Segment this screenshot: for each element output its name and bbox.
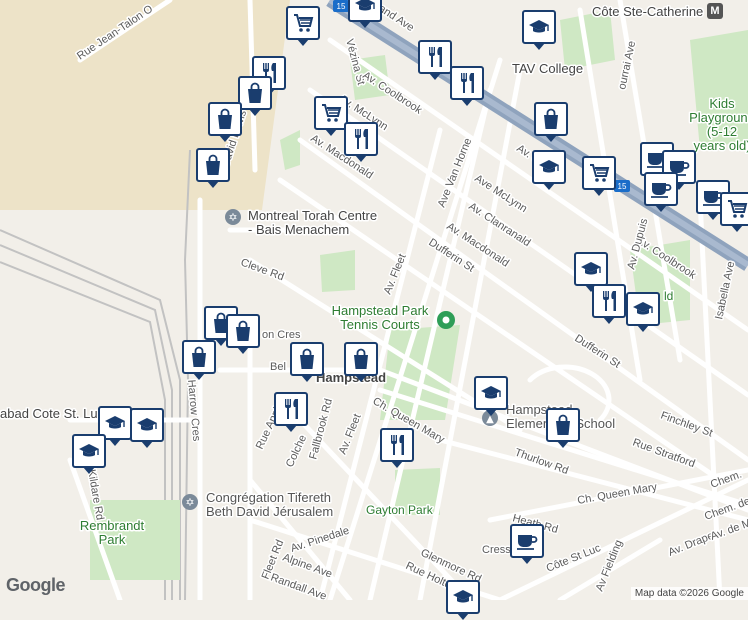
restaurant-pin[interactable] [418, 40, 452, 80]
shopping-pin[interactable] [182, 340, 216, 380]
restaurant-icon [423, 45, 447, 69]
shopping-pin[interactable] [226, 314, 260, 354]
metro-icon[interactable]: M [707, 3, 723, 19]
place-label: abad Cote St. Luc [0, 406, 105, 421]
cafe-pin[interactable] [644, 172, 678, 212]
shopping-pin[interactable] [196, 148, 230, 188]
school-pin[interactable] [72, 434, 106, 474]
school-pin[interactable] [474, 376, 508, 416]
school-pin[interactable] [626, 292, 660, 332]
school-pin[interactable] [574, 252, 608, 292]
place-label: Côte Ste-Catherine [592, 4, 703, 19]
restaurant-pin[interactable] [450, 66, 484, 106]
grocery-pin[interactable] [314, 96, 348, 136]
restaurant-pin[interactable] [344, 122, 378, 162]
place-label: TAV College [512, 61, 583, 76]
school-icon [479, 381, 503, 405]
place-label: Congrégation Tifereth Beth David Jérusale… [206, 490, 333, 519]
svg-text:15: 15 [337, 2, 346, 11]
cafe-pin[interactable] [510, 524, 544, 564]
grocery-icon [725, 197, 748, 221]
school-icon [537, 155, 561, 179]
cafe-icon [649, 177, 673, 201]
school-icon [527, 15, 551, 39]
park-label: ld [664, 289, 673, 303]
shopping-icon [213, 107, 237, 131]
grocery-pin[interactable] [720, 192, 748, 232]
highway-shield: 15 [614, 180, 630, 192]
svg-text:✡: ✡ [228, 211, 237, 224]
svg-text:15: 15 [618, 182, 627, 191]
school-icon [135, 413, 159, 437]
highway-shield: 15 [333, 0, 349, 12]
school-icon [451, 585, 475, 609]
school-pin[interactable] [130, 408, 164, 448]
restaurant-icon [279, 397, 303, 421]
restaurant-pin[interactable] [592, 284, 626, 324]
restaurant-icon [385, 433, 409, 457]
shopping-pin[interactable] [344, 342, 378, 382]
school-icon [103, 411, 127, 435]
shopping-icon [231, 319, 255, 343]
school-icon [353, 0, 377, 17]
school-pin[interactable] [446, 580, 480, 620]
park-label: Gayton Park [366, 503, 434, 517]
svg-text:✡: ✡ [185, 496, 194, 509]
school-icon [77, 439, 101, 463]
shopping-icon [551, 413, 575, 437]
map-attribution[interactable]: Map data ©2026 Google [630, 587, 748, 600]
school-icon [579, 257, 603, 281]
shopping-pin[interactable] [534, 102, 568, 142]
restaurant-pin[interactable] [274, 392, 308, 432]
restaurant-icon [597, 289, 621, 313]
shopping-icon [187, 345, 211, 369]
shopping-pin[interactable] [238, 76, 272, 116]
school-pin[interactable] [348, 0, 382, 28]
synagogue-marker[interactable]: ✡ [225, 209, 241, 225]
school-pin[interactable] [522, 10, 556, 50]
cafe-icon [515, 529, 539, 553]
restaurant-icon [455, 71, 479, 95]
park-label: Hampstead Park Tennis Courts [332, 303, 429, 332]
restaurant-icon [349, 127, 373, 151]
grocery-pin[interactable] [286, 6, 320, 46]
park-marker[interactable] [437, 311, 455, 329]
school-pin[interactable] [532, 150, 566, 190]
shopping-icon [349, 347, 373, 371]
grocery-pin[interactable] [582, 156, 616, 196]
grocery-icon [587, 161, 611, 185]
shopping-pin[interactable] [290, 342, 324, 382]
street-label: on Cres [262, 329, 301, 341]
shopping-icon [539, 107, 563, 131]
restaurant-pin[interactable] [380, 428, 414, 468]
school-icon [631, 297, 655, 321]
shopping-pin[interactable] [208, 102, 242, 142]
grocery-icon [291, 11, 315, 35]
shopping-icon [295, 347, 319, 371]
street-label: Cress [482, 544, 511, 556]
google-logo: Google [6, 575, 66, 595]
shopping-pin[interactable] [546, 408, 580, 448]
shopping-icon [243, 81, 267, 105]
shopping-icon [201, 153, 225, 177]
synagogue-marker[interactable]: ✡ [182, 494, 198, 510]
street-label: Bel [270, 361, 286, 373]
grocery-icon [319, 101, 343, 125]
